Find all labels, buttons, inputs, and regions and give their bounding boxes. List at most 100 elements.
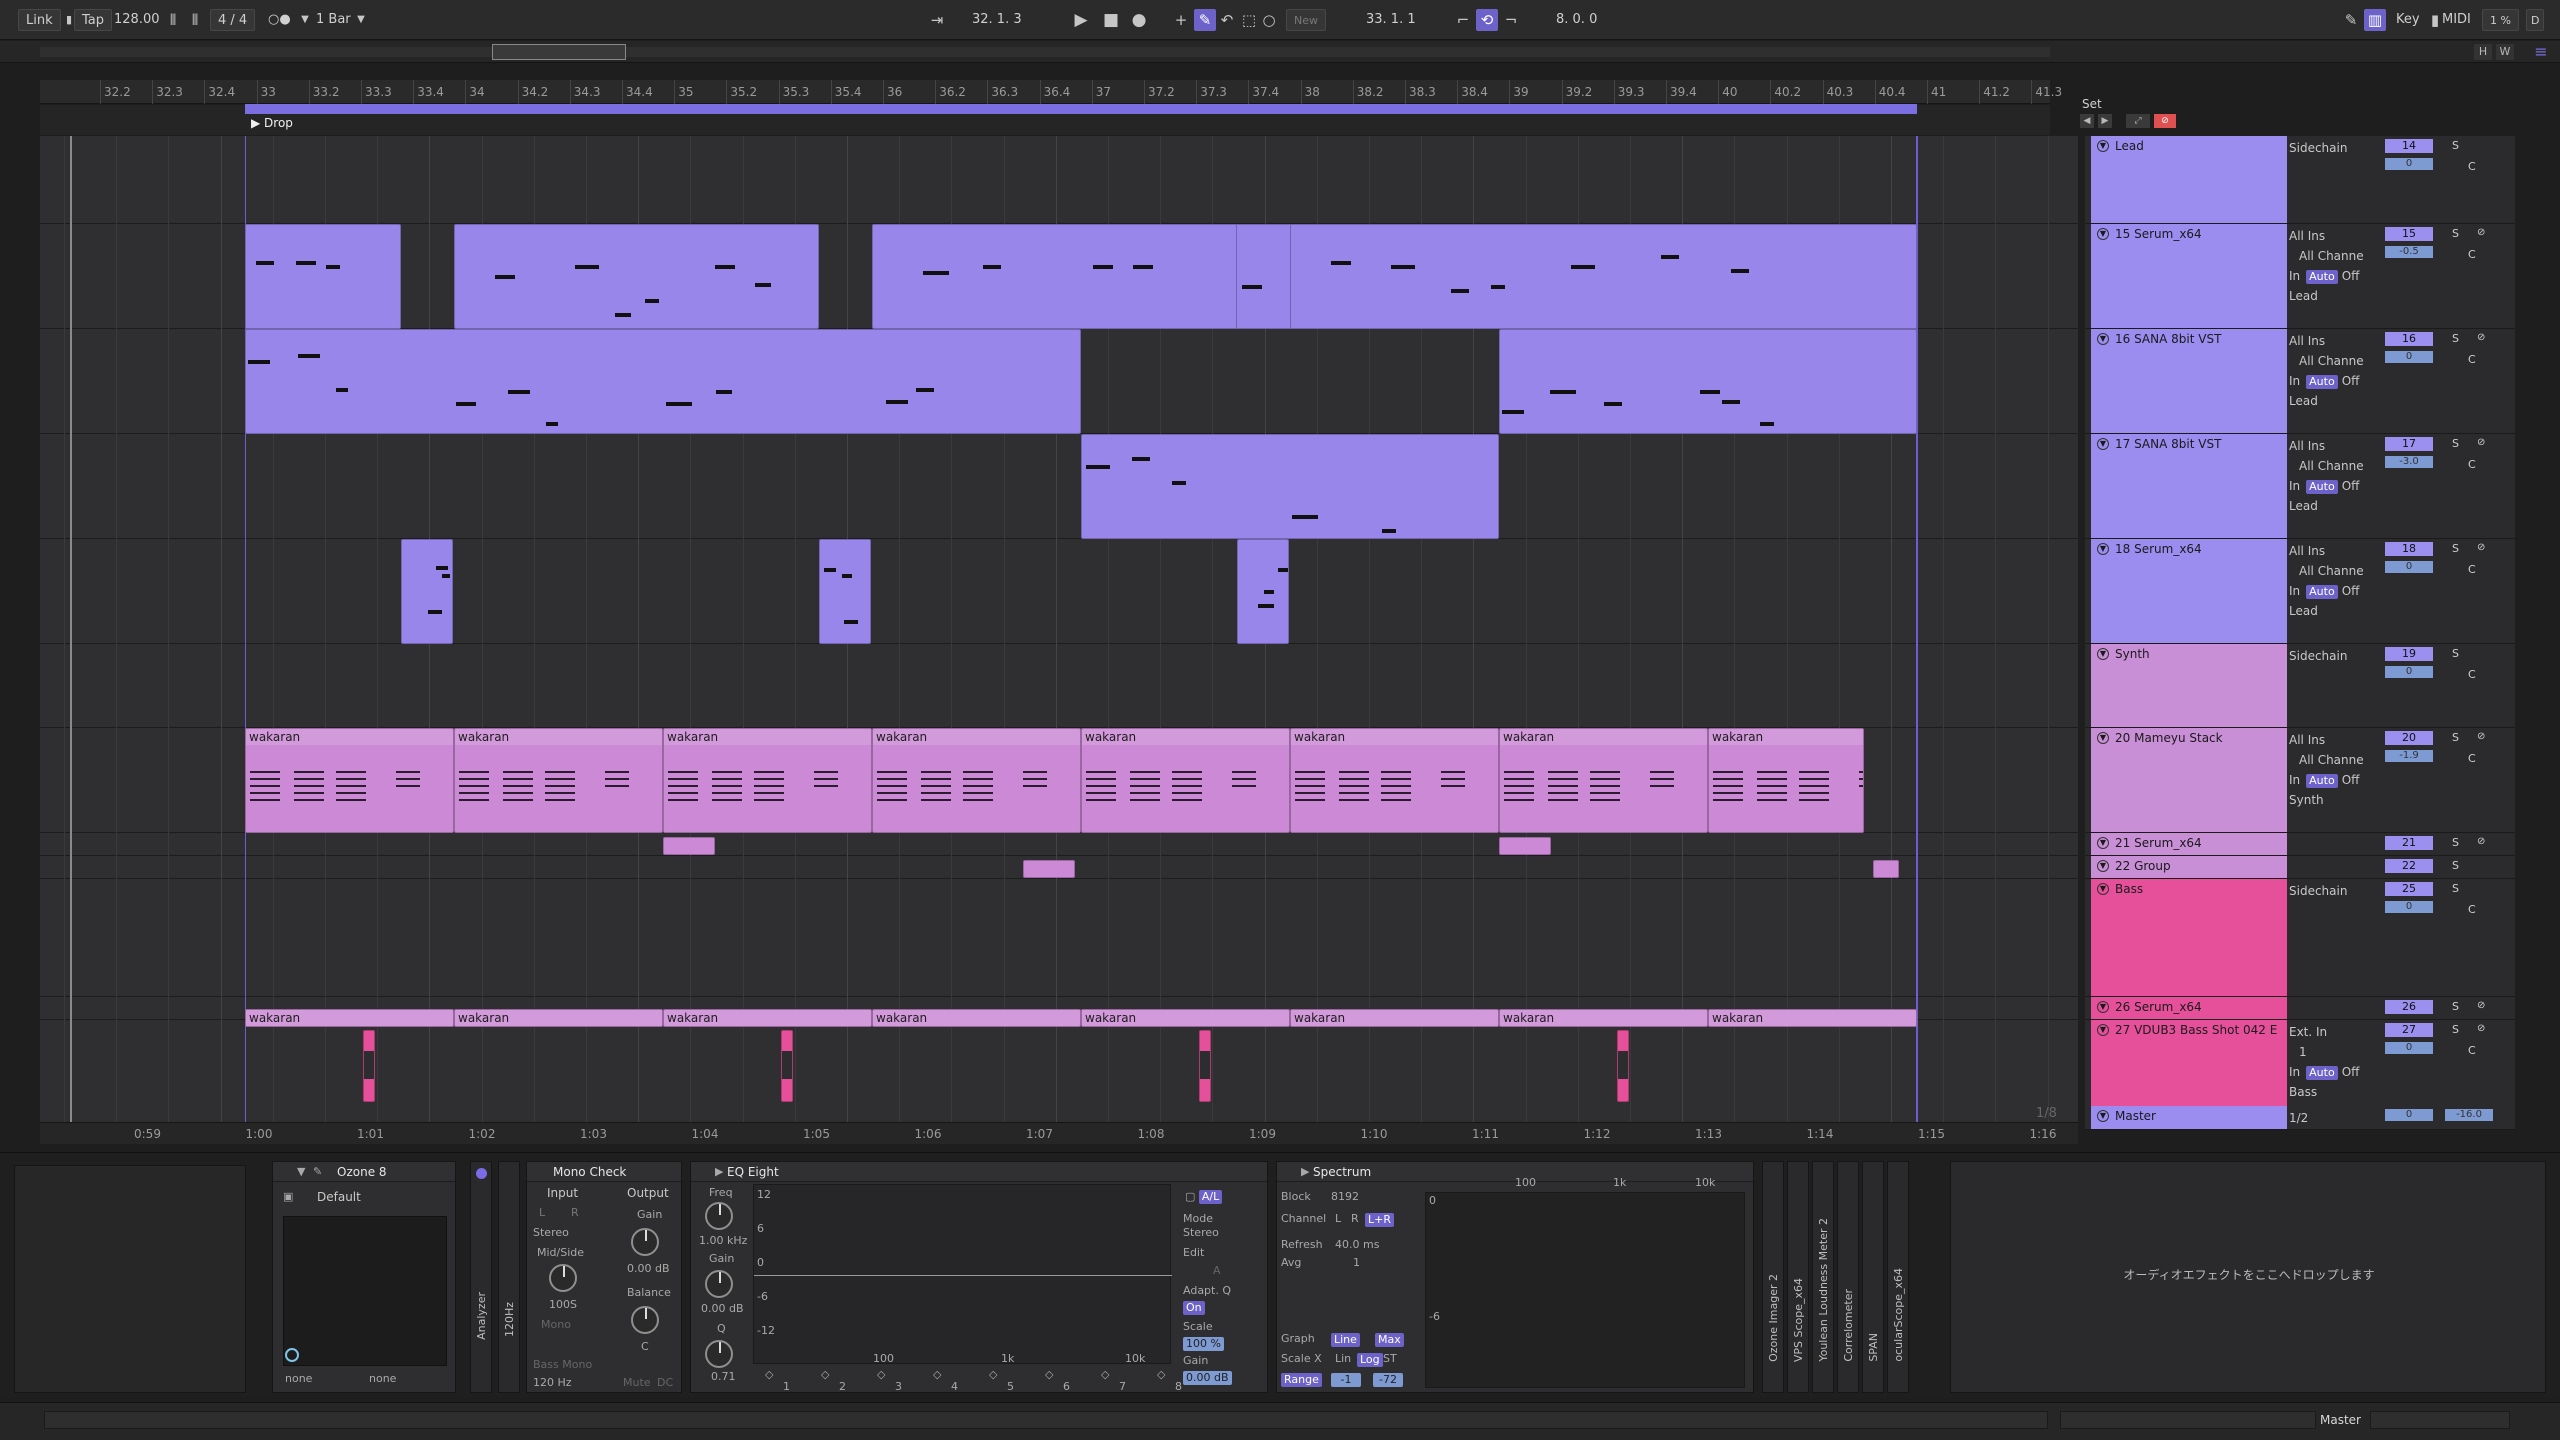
menu-icon[interactable]: ≡ <box>2530 41 2552 63</box>
track-header[interactable]: ▼ 17 SANA 8bit VST All Ins All Channe In Auto… <box>2085 434 2515 539</box>
punch-out-icon[interactable]: ¬ <box>1500 9 1522 31</box>
arm-icon[interactable]: ⊘ <box>2477 1023 2485 1034</box>
spectrum-graph[interactable] <box>1425 1192 1745 1388</box>
monitor-off-button[interactable]: Off <box>2342 1065 2360 1079</box>
track-activator[interactable]: 21 <box>2385 836 2433 850</box>
eq-band-1[interactable]: ◇ 1 <box>761 1368 817 1393</box>
midi-clip[interactable] <box>1499 329 1917 434</box>
track-activator[interactable]: 22 <box>2385 859 2433 873</box>
track-activator[interactable]: 17 <box>2385 437 2433 451</box>
eq-band-7[interactable]: ◇ 7 <box>1097 1368 1153 1393</box>
track-header[interactable]: ▼ 20 Mameyu Stack All Ins All Channe In Auto O… <box>2085 728 2515 833</box>
arm-icon[interactable]: ⊘ <box>2477 1000 2485 1011</box>
track-output-select[interactable]: Lead <box>2289 601 2373 621</box>
monitor-in-button[interactable]: In <box>2289 479 2300 493</box>
range-high-field[interactable]: -72 <box>1373 1373 1403 1387</box>
loop-switch-icon[interactable]: ⟲ <box>1476 9 1498 31</box>
midi-clip[interactable] <box>1237 539 1289 644</box>
track-fold-icon[interactable]: ▼ <box>2097 648 2109 660</box>
plugin-tab[interactable]: Youlean Loudness Meter 2 <box>1812 1161 1834 1393</box>
track-volume[interactable]: 0 <box>2385 901 2433 913</box>
track-activator[interactable]: 18 <box>2385 542 2433 556</box>
solo-button[interactable]: S <box>2452 227 2459 240</box>
track-volume[interactable]: 0 <box>2385 1042 2433 1054</box>
arrangement-lane[interactable] <box>40 136 2078 224</box>
overview-viewport[interactable] <box>492 44 626 60</box>
arrangement-overview[interactable]: H W ≡ <box>0 41 2560 63</box>
eq-q-knob[interactable] <box>705 1340 733 1368</box>
eq-filter-type-icon[interactable]: ◇ <box>821 1368 829 1381</box>
tempo-nudge-up-icon[interactable]: ⦀ <box>184 9 206 31</box>
track-activator[interactable]: 26 <box>2385 1000 2433 1014</box>
track-header[interactable]: ▼ Bass Sidechain 25 0 S C <box>2085 879 2515 997</box>
midi-clip[interactable]: wakaran <box>663 728 872 833</box>
eq-gain-knob[interactable] <box>705 1270 733 1298</box>
midi-clip[interactable] <box>1081 434 1499 539</box>
arrangement-lane[interactable] <box>40 879 2078 997</box>
bass-mono-freq[interactable]: 120 Hz <box>533 1376 572 1389</box>
track-input-select[interactable]: Sidechain <box>2289 646 2373 666</box>
arrangement-lane[interactable] <box>40 833 2078 856</box>
track-fold-icon[interactable]: ▼ <box>2097 883 2109 895</box>
midi-clip[interactable] <box>245 329 1081 434</box>
track-title-bar[interactable]: ▼ 20 Mameyu Stack <box>2091 728 2287 832</box>
track-title-bar[interactable]: ▼ Master <box>2091 1106 2287 1129</box>
analyzer-tab[interactable]: Analyzer <box>475 1292 488 1340</box>
arrangement-position-field[interactable]: 32. 1. 3 <box>972 9 1022 31</box>
midi-clip[interactable] <box>1023 860 1075 878</box>
midi-clip[interactable]: wakaran <box>454 728 663 833</box>
pan-knob[interactable]: C <box>2468 353 2476 366</box>
midi-clip[interactable] <box>872 224 1237 329</box>
metronome-dropdown-icon[interactable]: ▼ <box>294 9 316 31</box>
track-output-select[interactable]: Lead <box>2289 391 2373 411</box>
pan-knob[interactable]: C <box>2468 248 2476 261</box>
scalex-log-button[interactable]: Log <box>1357 1353 1383 1367</box>
track-fold-icon[interactable]: ▼ <box>2097 438 2109 450</box>
track-title-bar[interactable]: ▼ 22 Group <box>2091 856 2287 878</box>
midi-clip[interactable]: wakaran <box>1290 728 1499 833</box>
quantize-chevron-down-icon[interactable]: ▼ <box>350 9 372 31</box>
track-header[interactable]: ▼ 22 Group 22 S <box>2085 856 2515 879</box>
track-title-bar[interactable]: ▼ 16 SANA 8bit VST <box>2091 329 2287 433</box>
track-fold-icon[interactable]: ▼ <box>2097 1024 2109 1036</box>
r-button[interactable]: R <box>571 1206 579 1219</box>
track-channel-select[interactable]: All Channe <box>2289 456 2373 476</box>
track-header[interactable]: ▼ Synth Sidechain 19 0 S C <box>2085 644 2515 728</box>
eq-band-2[interactable]: ◇ 2 <box>817 1368 873 1393</box>
eq-fold-icon[interactable]: ▶ <box>715 1165 723 1178</box>
eq-out-gain-field[interactable]: 0.00 dB <box>1183 1371 1232 1385</box>
track-activator[interactable]: 20 <box>2385 731 2433 745</box>
tempo-nudge-icon[interactable]: ⦀ <box>162 9 184 31</box>
session-record-icon[interactable]: ○ <box>1258 9 1280 31</box>
ozone-plugin-display[interactable] <box>283 1216 447 1366</box>
monitor-auto-button[interactable]: Auto <box>2306 480 2338 494</box>
kick-clip[interactable] <box>1199 1030 1211 1102</box>
eq-edit-select[interactable]: A <box>1213 1264 1221 1277</box>
track-title-bar[interactable]: ▼ 17 SANA 8bit VST <box>2091 434 2287 538</box>
monitor-in-button[interactable]: In <box>2289 773 2300 787</box>
track-header[interactable]: ▼ 26 Serum_x64 26 S ⊘ <box>2085 997 2515 1020</box>
track-header[interactable]: ▼ 16 SANA 8bit VST All Ins All Channe In Auto… <box>2085 329 2515 434</box>
monitor-in-button[interactable]: In <box>2289 269 2300 283</box>
track-fold-icon[interactable]: ▼ <box>2097 1001 2109 1013</box>
track-fold-icon[interactable]: ▼ <box>2097 140 2109 152</box>
solo-button[interactable]: S <box>2452 1000 2459 1013</box>
graph-line-button[interactable]: Line <box>1331 1333 1360 1347</box>
balance-knob[interactable] <box>631 1306 659 1334</box>
plugin-tab[interactable]: Correlometer <box>1837 1161 1859 1393</box>
eq-band-4[interactable]: ◇ 4 <box>929 1368 985 1393</box>
plugin-tab[interactable]: VPS Scope_x64 <box>1787 1161 1809 1393</box>
midi-clip[interactable]: wakaran <box>1708 728 1864 833</box>
midi-clip[interactable]: wakaran <box>1708 1009 1917 1027</box>
bass-mono-button[interactable]: Bass Mono <box>533 1358 592 1371</box>
eq-filter-type-icon[interactable]: ◇ <box>877 1368 885 1381</box>
track-header[interactable]: ▼ 21 Serum_x64 21 S ⊘ <box>2085 833 2515 856</box>
track-input-select[interactable]: Sidechain <box>2289 881 2373 901</box>
track-output-select[interactable]: Synth <box>2289 790 2373 810</box>
link-button[interactable]: Link <box>18 9 61 31</box>
new-button[interactable]: New <box>1286 9 1326 31</box>
capture-midi-icon[interactable]: ⬚ <box>1238 9 1260 31</box>
track-fold-icon[interactable]: ▼ <box>2097 228 2109 240</box>
track-title-bar[interactable]: ▼ Synth <box>2091 644 2287 727</box>
track-volume[interactable]: -3.0 <box>2385 456 2433 468</box>
